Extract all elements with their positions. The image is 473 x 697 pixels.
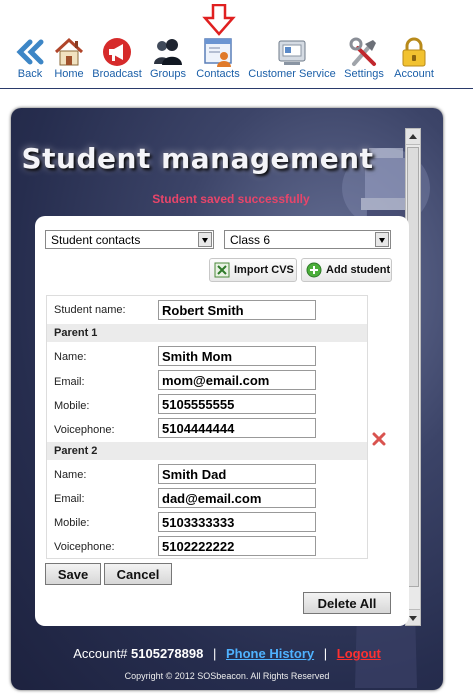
home-icon [54,37,84,66]
parent2-email-field[interactable]: dad@email.com [158,488,316,508]
parent1-email-field[interactable]: mom@email.com [158,370,316,390]
parent1-voicephone-field[interactable]: 5104444444 [158,418,316,438]
parent2-heading: Parent 2 [47,442,367,460]
nav-account-label: Account [394,68,434,80]
add-student-label: Add student [326,264,391,276]
chevron-down-icon [375,232,389,247]
add-student-button[interactable]: Add student [301,258,392,282]
chevron-down-icon [198,232,212,247]
student-name-field[interactable]: Robert Smith [158,300,316,320]
parent2-email-label: Email: [54,493,85,505]
phone-history-link[interactable]: Phone History [226,646,314,661]
import-cvs-label: Import CVS [234,264,294,276]
class-value: Class 6 [230,233,271,247]
nav-broadcast[interactable]: Broadcast [90,0,144,84]
save-button[interactable]: Save [45,563,101,585]
delete-all-button[interactable]: Delete All [303,592,391,614]
parent1-mobile-label: Mobile: [54,400,90,412]
parent1-heading: Parent 1 [47,324,367,342]
contacts-icon [204,38,232,67]
nav-customer-service[interactable]: Customer Service [247,0,337,84]
parent2-voicephone-field[interactable]: 5102222222 [158,536,316,556]
nav-broadcast-label: Broadcast [92,68,142,80]
account-number: 5105278898 [131,646,204,661]
nav-groups-label: Groups [149,68,187,80]
back-arrow-icon [16,39,44,65]
student-form-card: Student contacts Class 6 Import CVS Add … [35,216,409,626]
import-cvs-button[interactable]: Import CVS [209,258,297,282]
student-management-panel: Student management Student saved success… [11,108,443,690]
nav-contacts-label: Contacts [196,68,240,80]
student-name-label: Student name: [54,304,126,316]
nav-settings[interactable]: Settings [342,0,386,84]
parent2-name-label: Name: [54,469,87,481]
account-label: Account# [73,646,128,661]
plus-circle-icon [306,262,322,278]
footer-separator: | [212,646,217,661]
contact-type-value: Student contacts [51,233,141,247]
status-message: Student saved successfully [152,192,310,206]
nav-customer-service-label: Customer Service [248,68,336,80]
nav-home[interactable]: Home [52,0,86,84]
megaphone-icon [103,38,131,66]
parent1-voicephone-label: Voicephone: [54,424,115,436]
logout-link[interactable]: Logout [337,646,381,661]
page-title: Student management [21,142,374,175]
nav-back-label: Back [17,68,43,80]
copyright-text: Copyright © 2012 SOSbeacon. All Rights R… [124,671,330,681]
scroll-up-button[interactable] [406,129,420,145]
nav-contacts[interactable]: Contacts [194,0,242,84]
parent1-name-label: Name: [54,351,87,363]
nav-back[interactable]: Back [10,0,50,84]
student-form: Student name: Robert Smith Parent 1 Name… [46,295,368,559]
delete-student-icon[interactable] [372,432,386,446]
class-select[interactable]: Class 6 [224,230,391,249]
excel-import-icon [214,262,230,278]
parent1-name-field[interactable]: Smith Mom [158,346,316,366]
customer-service-icon [278,40,306,65]
nav-account[interactable]: Account [392,0,436,84]
nav-settings-label: Settings [344,68,384,80]
groups-icon [154,39,182,65]
nav-divider [0,88,473,89]
parent1-mobile-field[interactable]: 5105555555 [158,394,316,414]
parent2-mobile-field[interactable]: 5103333333 [158,512,316,532]
top-navigation: Back Home Broadcast Groups Contacts Cust… [0,0,473,88]
nav-groups[interactable]: Groups [148,0,188,84]
lock-icon [402,37,426,67]
contact-type-select[interactable]: Student contacts [45,230,214,249]
nav-home-label: Home [54,68,84,80]
account-footer: Account# 5105278898 | Phone History | Lo… [11,646,443,661]
parent2-mobile-label: Mobile: [54,517,90,529]
parent1-email-label: Email: [54,376,85,388]
cancel-button[interactable]: Cancel [104,563,172,585]
settings-tools-icon [349,37,376,66]
parent2-name-field[interactable]: Smith Dad [158,464,316,484]
footer-separator: | [323,646,328,661]
parent2-voicephone-label: Voicephone: [54,541,115,553]
